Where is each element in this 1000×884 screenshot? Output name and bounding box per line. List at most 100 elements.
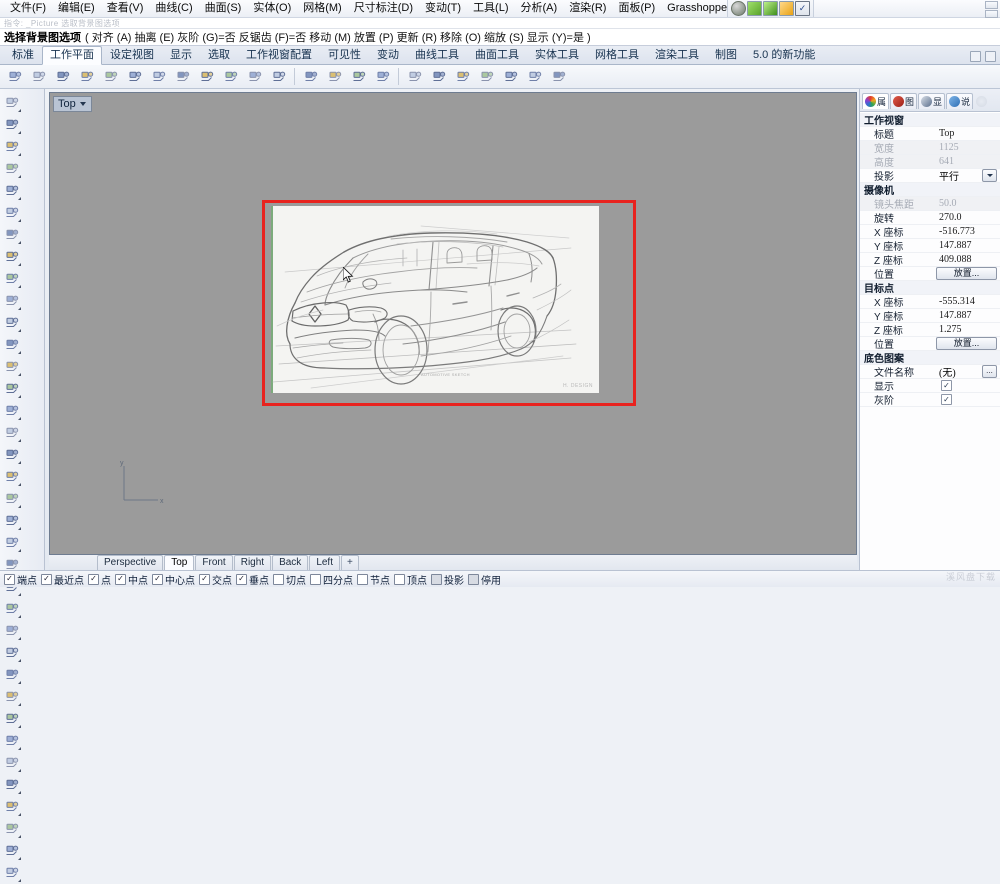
- property-checkbox-cell[interactable]: ✓: [936, 380, 1000, 392]
- curve-from-points-icon[interactable]: [0, 268, 23, 290]
- flyout-corner-icon[interactable]: [18, 549, 21, 552]
- render-export-icon[interactable]: [763, 1, 778, 16]
- cplane-world-right-icon[interactable]: [451, 66, 474, 88]
- menu-item-6[interactable]: 网格(M): [297, 1, 348, 16]
- flyout-corner-icon[interactable]: [18, 527, 21, 530]
- stack-icon[interactable]: [0, 774, 23, 796]
- property-row-位置[interactable]: 位置 放置...: [860, 337, 1000, 351]
- render-green-icon[interactable]: [747, 1, 762, 16]
- osnap-垂点[interactable]: ✓ 垂点: [236, 572, 269, 587]
- osnap-checkbox-icon[interactable]: [357, 573, 368, 585]
- control-points-on-icon[interactable]: [0, 642, 23, 664]
- paint-bucket-icon[interactable]: [547, 66, 570, 88]
- osnap-checkbox-icon[interactable]: [431, 573, 442, 585]
- control-point-curve-icon[interactable]: [0, 158, 23, 180]
- flyout-corner-icon[interactable]: [18, 285, 21, 288]
- menu-item-9[interactable]: 工具(L): [467, 1, 514, 16]
- toolbar-tab-7[interactable]: 变动: [369, 46, 407, 64]
- toolbar-tab-2[interactable]: 设定视图: [102, 46, 162, 64]
- viewport-tab-Back[interactable]: Back: [272, 555, 309, 570]
- mesh-tools-icon[interactable]: [0, 730, 23, 752]
- osnap-checkbox-icon[interactable]: ✓: [4, 573, 15, 585]
- osnap-checkbox-icon[interactable]: ✓: [88, 573, 99, 585]
- cplane-perpendicular-icon[interactable]: [147, 66, 170, 88]
- flyout-corner-icon[interactable]: [18, 505, 21, 508]
- menu-item-8[interactable]: 变动(T): [419, 1, 467, 16]
- cplane-set-view-icon[interactable]: [523, 66, 546, 88]
- flyout-corner-icon[interactable]: [18, 197, 21, 200]
- surface-edit-points-icon[interactable]: [0, 312, 23, 334]
- menu-item-5[interactable]: 实体(O): [247, 1, 297, 16]
- cylinder-icon[interactable]: [0, 400, 23, 422]
- scroll-down-arrow-icon[interactable]: [985, 10, 998, 18]
- viewport-tab-Perspective[interactable]: Perspective: [97, 555, 164, 570]
- toolbar-tab-14[interactable]: 5.0 的新功能: [745, 46, 823, 64]
- osnap-中点[interactable]: ✓ 中点: [115, 572, 148, 587]
- arc-icon[interactable]: [0, 224, 23, 246]
- cplane-rotate-x-icon[interactable]: [171, 66, 194, 88]
- rectangle-icon[interactable]: [0, 246, 23, 268]
- tabstrip-scroll-right-icon[interactable]: [985, 51, 996, 62]
- flyout-corner-icon[interactable]: [18, 615, 21, 618]
- explode-icon[interactable]: [0, 466, 23, 488]
- flyout-corner-icon[interactable]: [18, 131, 21, 134]
- globe-icon[interactable]: [731, 1, 746, 16]
- cplane-undo-icon[interactable]: [243, 66, 266, 88]
- property-checkbox-cell[interactable]: ✓: [936, 394, 1000, 406]
- save-cplane-icon[interactable]: [323, 66, 346, 88]
- menu-item-2[interactable]: 查看(V): [101, 1, 150, 16]
- viewport-title[interactable]: Top: [53, 96, 92, 112]
- property-place-button[interactable]: 放置...: [936, 337, 997, 350]
- osnap-最近点[interactable]: ✓ 最近点: [41, 572, 84, 587]
- select-arrow-icon[interactable]: [0, 92, 23, 114]
- join-icon[interactable]: [0, 510, 23, 532]
- toolbar-tab-10[interactable]: 实体工具: [527, 46, 587, 64]
- toolbar-tab-8[interactable]: 曲线工具: [407, 46, 467, 64]
- menu-item-7[interactable]: 尺寸标注(D): [348, 1, 419, 16]
- toolbar-tab-9[interactable]: 曲面工具: [467, 46, 527, 64]
- toolbar-tab-3[interactable]: 显示: [162, 46, 200, 64]
- cplane-elevation-icon[interactable]: [27, 66, 50, 88]
- check-ok-icon[interactable]: [0, 818, 23, 840]
- osnap-切点[interactable]: 切点: [273, 572, 306, 587]
- panel-tab-properties-icon[interactable]: 属: [862, 93, 890, 109]
- flyout-corner-icon[interactable]: [18, 483, 21, 486]
- toolbar-tab-13[interactable]: 制图: [707, 46, 745, 64]
- layer-orange-icon[interactable]: [779, 1, 794, 16]
- flyout-corner-icon[interactable]: [18, 219, 21, 222]
- flyout-corner-icon[interactable]: [18, 659, 21, 662]
- viewport-tab-Left[interactable]: Left: [309, 555, 340, 570]
- flyout-corner-icon[interactable]: [18, 593, 21, 596]
- scroll-up-arrow-icon[interactable]: [985, 1, 998, 9]
- cplane-next-icon[interactable]: [267, 66, 290, 88]
- chevron-down-icon[interactable]: [982, 169, 997, 182]
- checkbox-icon[interactable]: ✓: [941, 380, 952, 392]
- panel-tab-more-icon[interactable]: [974, 95, 990, 108]
- property-row-位置[interactable]: 位置 放置...: [860, 267, 1000, 281]
- box-icon[interactable]: [0, 356, 23, 378]
- flyout-corner-icon[interactable]: [18, 395, 21, 398]
- blend-curve-icon[interactable]: [0, 598, 23, 620]
- osnap-节点[interactable]: 节点: [357, 572, 390, 587]
- mesh-from-surface-icon[interactable]: [0, 708, 23, 730]
- grid-array-icon[interactable]: [0, 752, 23, 774]
- grid-options-icon[interactable]: [299, 66, 322, 88]
- osnap-checkbox-icon[interactable]: ✓: [199, 573, 210, 585]
- flyout-corner-icon[interactable]: [18, 857, 21, 860]
- osnap-checkbox-icon[interactable]: [273, 573, 284, 585]
- toolbar-tab-11[interactable]: 网格工具: [587, 46, 647, 64]
- menu-item-4[interactable]: 曲面(S): [199, 1, 248, 16]
- extrude-surface-icon[interactable]: [0, 334, 23, 356]
- osnap-checkbox-icon[interactable]: ✓: [115, 573, 126, 585]
- flyout-corner-icon[interactable]: [18, 307, 21, 310]
- osnap-端点[interactable]: ✓ 端点: [4, 572, 37, 587]
- cplane-3point-icon[interactable]: [51, 66, 74, 88]
- osnap-checkbox-icon[interactable]: ✓: [236, 573, 247, 585]
- boolean-union-icon[interactable]: [0, 444, 23, 466]
- flyout-corner-icon[interactable]: [18, 417, 21, 420]
- mirror-icon[interactable]: [0, 686, 23, 708]
- layer-panel-icon[interactable]: [0, 796, 23, 818]
- top-viewport[interactable]: Top AUTOMOTIVE SKETCH H. DESIGN x y: [49, 92, 857, 555]
- trim-icon[interactable]: [0, 488, 23, 510]
- menu-item-10[interactable]: 分析(A): [515, 1, 564, 16]
